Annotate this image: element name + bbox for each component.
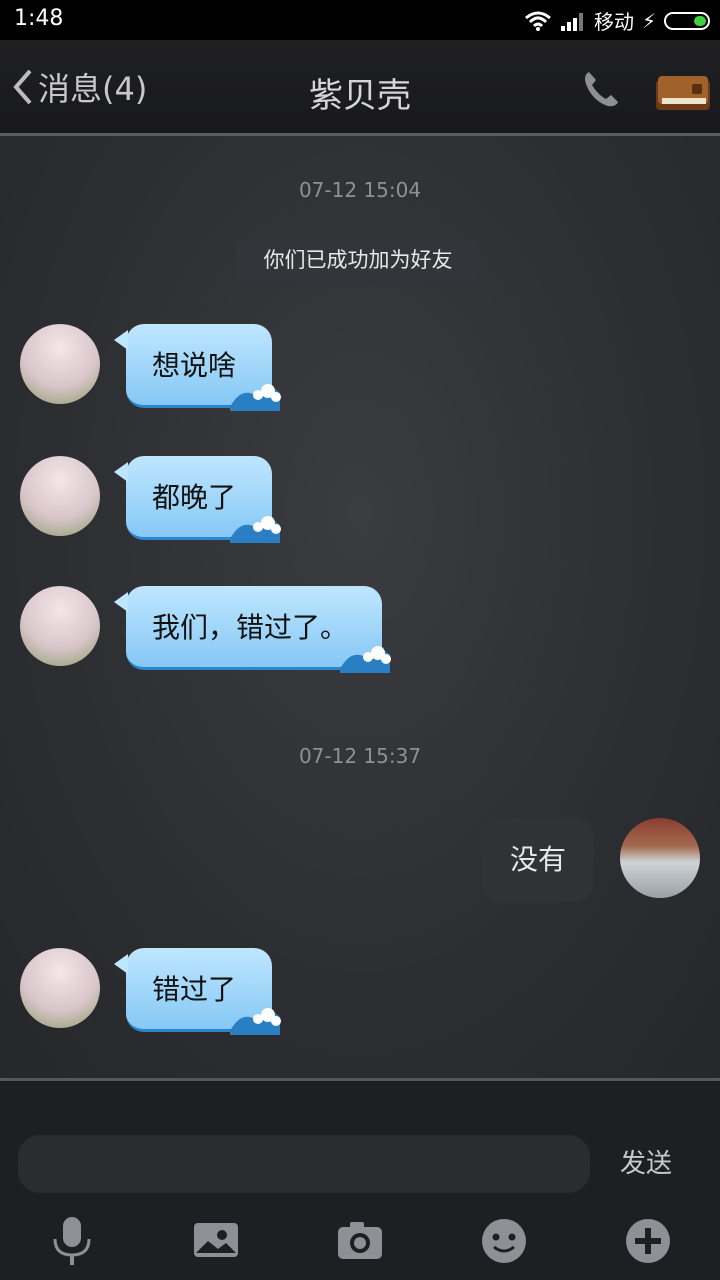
message-row-outgoing: 没有 xyxy=(0,818,720,908)
message-text: 错过了 xyxy=(152,973,237,1006)
time-divider: 07-12 15:37 xyxy=(298,744,422,768)
wave-icon xyxy=(230,384,281,411)
chat-area[interactable]: 07-12 15:04 你们已成功加为好友 想说啥 都晚了 我们，错过了。 07… xyxy=(0,136,720,1078)
message-bubble[interactable]: 错过了 xyxy=(114,948,281,1035)
time-divider: 07-12 15:04 xyxy=(298,178,422,202)
input-area: 发送 xyxy=(0,1078,720,1280)
message-row: 都晚了 xyxy=(0,456,720,546)
message-row: 错过了 xyxy=(0,948,720,1038)
wave-icon xyxy=(230,1008,281,1035)
status-bar: 1:48 移动 ⚡ xyxy=(0,0,720,40)
image-icon[interactable] xyxy=(188,1213,244,1269)
status-right: 移动 ⚡ xyxy=(524,6,710,35)
send-button[interactable]: 发送 xyxy=(620,1143,672,1180)
carrier-label: 移动 xyxy=(593,10,634,34)
contact-avatar[interactable] xyxy=(20,324,100,404)
message-bubble[interactable]: 都晚了 xyxy=(114,456,281,543)
message-text: 想说啥 xyxy=(152,349,237,382)
phone-icon[interactable] xyxy=(580,68,622,110)
message-text: 都晚了 xyxy=(152,481,237,514)
plus-icon[interactable] xyxy=(620,1213,676,1269)
signal-icon xyxy=(560,12,583,31)
my-avatar[interactable] xyxy=(620,818,700,898)
charging-icon: ⚡ xyxy=(641,8,656,33)
message-bubble[interactable]: 想说啥 xyxy=(114,324,281,411)
emoji-icon[interactable] xyxy=(476,1213,532,1269)
chat-header: 消息(4) 紫贝壳 xyxy=(0,40,720,136)
message-input[interactable] xyxy=(18,1135,590,1193)
input-toolbar xyxy=(0,1207,720,1277)
message-row: 想说啥 xyxy=(0,324,720,414)
wave-icon xyxy=(230,516,281,543)
message-text: 我们，错过了。 xyxy=(152,611,349,644)
contact-avatar[interactable] xyxy=(20,456,100,536)
camera-icon[interactable] xyxy=(332,1213,388,1269)
battery-icon xyxy=(664,11,710,30)
book-icon[interactable] xyxy=(652,68,714,116)
message-bubble[interactable]: 我们，错过了。 xyxy=(114,586,391,673)
contact-avatar[interactable] xyxy=(20,586,100,666)
system-message: 你们已成功加为好友 xyxy=(236,240,480,280)
microphone-icon[interactable] xyxy=(44,1213,100,1269)
message-row: 我们，错过了。 xyxy=(0,586,720,676)
status-time: 1:48 xyxy=(14,6,64,31)
contact-avatar[interactable] xyxy=(20,948,100,1028)
outgoing-bubble[interactable]: 没有 xyxy=(482,818,594,902)
wave-icon xyxy=(340,646,391,673)
wifi-icon xyxy=(524,11,551,31)
